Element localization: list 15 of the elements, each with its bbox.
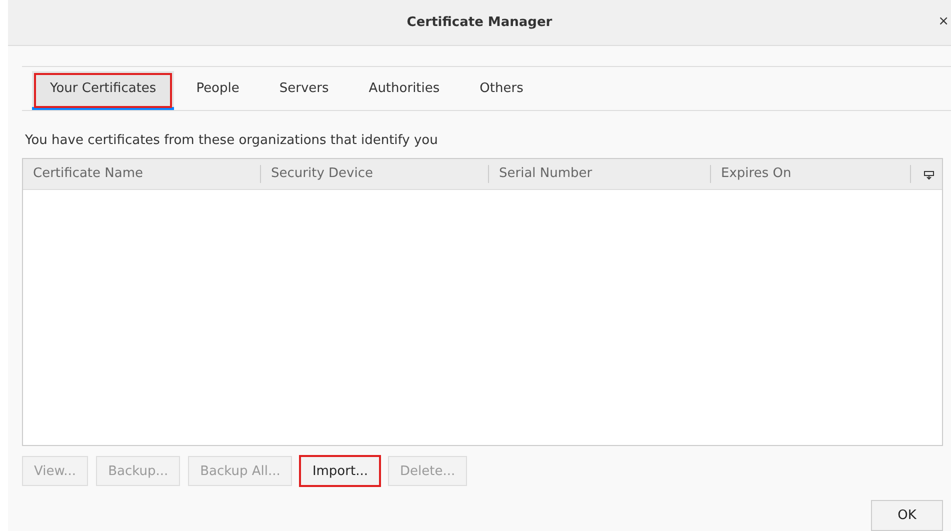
- close-button[interactable]: ×: [938, 14, 949, 29]
- column-header[interactable]: Certificate Name: [23, 165, 261, 183]
- description-text: You have certificates from these organizations that identify you: [25, 133, 439, 148]
- column-header[interactable]: Expires On: [711, 165, 911, 183]
- column-header[interactable]: Serial Number: [489, 165, 711, 183]
- tab[interactable]: Your Certificates: [32, 71, 174, 110]
- column-picker-icon[interactable]: [924, 170, 934, 180]
- tab[interactable]: Authorities: [350, 71, 458, 110]
- ok-button[interactable]: OK: [871, 500, 943, 531]
- window-title: Certificate Manager: [406, 15, 552, 30]
- action-button[interactable]: Import...: [300, 456, 380, 486]
- tab[interactable]: Others: [462, 71, 542, 110]
- column-header[interactable]: Security Device: [261, 165, 489, 183]
- tab[interactable]: People: [178, 71, 258, 110]
- tab[interactable]: Servers: [261, 71, 347, 110]
